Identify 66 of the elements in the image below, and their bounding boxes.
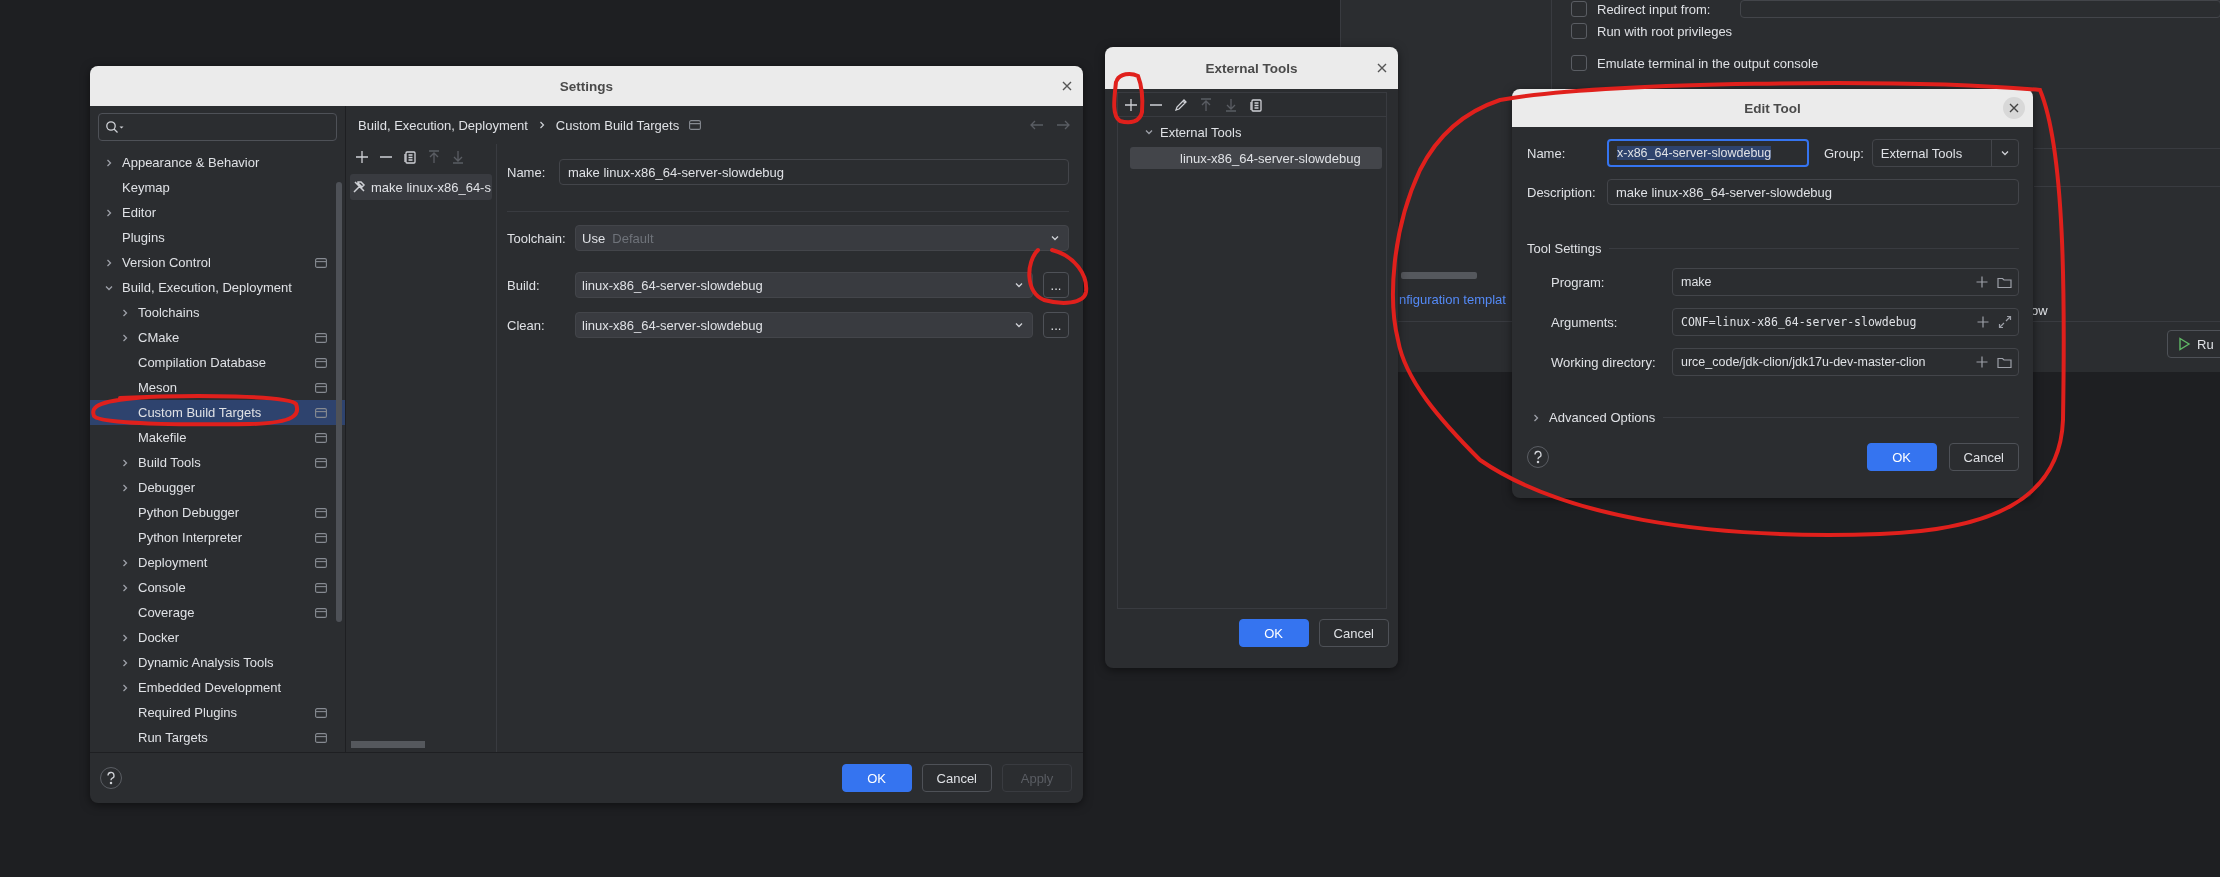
tree-item[interactable]: Coverage [90,600,345,625]
tree-item[interactable]: Python Debugger [90,500,345,525]
path-field[interactable]: urce_code/jdk-clion/jdk17u-dev-master-clion [1672,348,2019,376]
name-field[interactable]: make linux-x86_64-server-slowdebug [559,159,1069,185]
command-dropdown[interactable]: linux-x86_64-server-slowdebug [575,312,1033,338]
window-title: Settings [559,78,614,94]
tree-item[interactable]: Makefile [90,425,345,450]
field-label: Name: [507,164,547,180]
dialog-button[interactable]: Cancel [1948,443,2019,471]
section-title[interactable]: Advanced Options [1549,410,1656,425]
link[interactable]: nfiguration templat [1399,292,1506,307]
checkbox-label: Run with root privileges [1597,23,1733,39]
tree-item[interactable]: CMake [90,325,345,350]
tree-item[interactable]: Required Plugins [90,700,345,725]
toolchain-dropdown[interactable]: Use Default [575,225,1069,251]
tree-item[interactable]: Embedded Development [90,675,345,700]
dialog-button[interactable]: OK [1866,443,1937,471]
tree-item[interactable]: Meson [90,375,345,400]
window-title: External Tools [1205,60,1298,76]
breadcrumb-item[interactable]: Custom Build Targets [555,117,680,133]
field-label: Arguments: [1551,314,1619,330]
dialog-button[interactable]: OK [841,764,912,792]
tree-item[interactable]: Dynamic Analysis Tools [90,650,345,675]
tree-item[interactable]: Build, Execution, Deployment [90,275,345,300]
section-title: Tool Settings [1527,241,1602,256]
browse-button[interactable]: ... [1043,272,1069,298]
group-dropdown[interactable]: External Tools [1871,139,2019,167]
dialog-button[interactable]: Cancel [1318,619,1389,647]
tree-item[interactable]: Appearance & Behavior [90,150,345,175]
tree-item[interactable]: Toolchains [90,300,345,325]
field-label: Program: [1551,274,1606,290]
tree-item[interactable]: Build Tools [90,450,345,475]
tree-item[interactable]: Editor [90,200,345,225]
field-label: Working directory: [1551,354,1657,370]
tree-item[interactable]: Console [90,575,345,600]
list-item[interactable]: make linux-x86_64-s [350,174,492,200]
tree-item[interactable]: Deployment [90,550,345,575]
checkbox-label: Emulate terminal in the output console [1597,55,1819,71]
tree-item[interactable]: Python Interpreter [90,525,345,550]
tree-item[interactable]: Docker [90,625,345,650]
dialog-button[interactable]: Cancel [921,764,992,792]
field-label: Group: [1824,145,1864,161]
tree-item[interactable]: Version Control [90,250,345,275]
field-label: Clean: [507,317,546,333]
browse-button[interactable]: ... [1043,312,1069,338]
tree-item[interactable]: Compilation Database [90,350,345,375]
tree-item[interactable]: Keymap [90,175,345,200]
tree-item[interactable]: External Tools [1130,121,1382,143]
field-label: Build: [507,277,541,293]
tree-item[interactable]: Run Targets [90,725,345,750]
field-label: Name: [1527,145,1567,161]
name-field[interactable]: x-x86_64-server-slowdebug [1607,139,1809,167]
path-field[interactable]: CONF=linux-x86_64-server-slowdebug [1672,308,2019,336]
tree-item[interactable]: Debugger [90,475,345,500]
breadcrumb-item[interactable]: Build, Execution, Deployment [358,117,528,133]
run-button[interactable]: Ru [2167,330,2220,358]
tree-item[interactable]: linux-x86_64-server-slowdebug [1130,147,1382,169]
dialog-button[interactable]: OK [1238,619,1309,647]
field-label: Description: [1527,184,1597,200]
tree-item[interactable]: Plugins [90,225,345,250]
description-field[interactable]: make linux-x86_64-server-slowdebug [1607,179,2019,205]
command-dropdown[interactable]: linux-x86_64-server-slowdebug [575,272,1033,298]
field-label: Toolchain: [507,230,565,246]
path-field[interactable]: make [1672,268,2019,296]
checkbox-label: Redirect input from: [1597,1,1711,17]
window-title: Edit Tool [1744,100,1801,116]
